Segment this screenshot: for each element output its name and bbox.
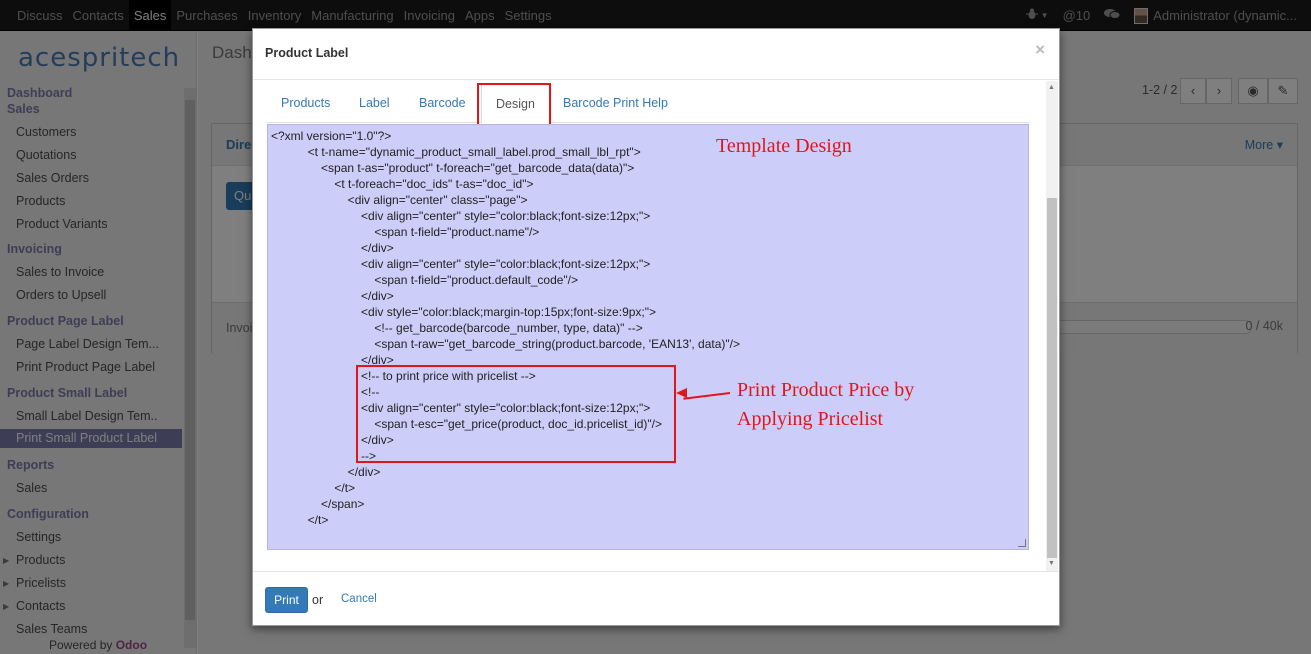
dialog-scrollbar[interactable]: ▲ ▼ (1046, 81, 1058, 571)
close-icon[interactable]: × (1035, 40, 1045, 60)
code-line: </t> (271, 481, 356, 495)
code-line: <span t-field="product.default_code"/> (271, 273, 579, 287)
code-line: </span> (271, 497, 365, 511)
print-button[interactable]: Print (265, 587, 308, 613)
code-line: <t t-foreach="doc_ids" t-as="doc_id"> (271, 177, 534, 191)
tab-barcode-print-help[interactable]: Barcode Print Help (549, 83, 682, 123)
code-line: <div style="color:black;margin-top:15px;… (271, 305, 657, 319)
code-line: <span t-field="product.name"/> (271, 225, 540, 239)
code-line: <?xml version="1.0"?> (271, 129, 392, 143)
code-line: <div align="center" style="color:black;f… (271, 209, 651, 223)
tab-label[interactable]: Label (345, 83, 404, 123)
code-line: <div align="center" style="color:black;f… (271, 257, 651, 271)
dialog-title: Product Label (265, 46, 349, 60)
code-line: </div> (271, 465, 381, 479)
code-line: </div> (271, 241, 394, 255)
tab-barcode[interactable]: Barcode (405, 83, 480, 123)
highlight-pricelist-block (356, 365, 676, 463)
dialog-tabs: Products Label Barcode Design Barcode Pr… (267, 83, 1029, 124)
tab-products[interactable]: Products (267, 83, 344, 123)
divider (253, 79, 1059, 80)
code-line: </t> (271, 513, 329, 527)
resize-handle-icon[interactable] (1018, 539, 1026, 547)
annotation-print-price: Print Product Price by Applying Pricelis… (737, 376, 914, 434)
code-line: <!-- get_barcode(barcode_number, type, d… (271, 321, 643, 335)
annotation-line: Applying Pricelist (737, 408, 884, 430)
scroll-thumb[interactable] (1047, 198, 1057, 558)
template-design-textarea[interactable]: <?xml version="1.0"?> <t t-name="dynamic… (267, 124, 1029, 550)
annotation-template-design: Template Design (716, 135, 852, 157)
code-line: <div align="center" class="page"> (271, 193, 528, 207)
code-line: <span t-raw="get_barcode_string(product.… (271, 337, 741, 351)
code-line: <t t-name="dynamic_product_small_label.p… (271, 145, 641, 159)
arrow-head-icon (676, 388, 687, 398)
code-line: </div> (271, 289, 394, 303)
code-line: <span t-as="product" t-foreach="get_barc… (271, 161, 635, 175)
template-code: <?xml version="1.0"?> <t t-name="dynamic… (271, 128, 740, 528)
scroll-down-icon[interactable]: ▼ (1048, 560, 1055, 567)
cancel-button[interactable]: Cancel (341, 593, 377, 605)
divider (253, 571, 1059, 572)
or-label: or (312, 593, 324, 607)
product-label-dialog: Product Label × ▲ ▼ Products Label Barco… (252, 28, 1060, 626)
highlight-design-tab (477, 83, 551, 126)
annotation-line: Print Product Price by (737, 379, 915, 401)
scroll-up-icon[interactable]: ▲ (1048, 84, 1055, 91)
